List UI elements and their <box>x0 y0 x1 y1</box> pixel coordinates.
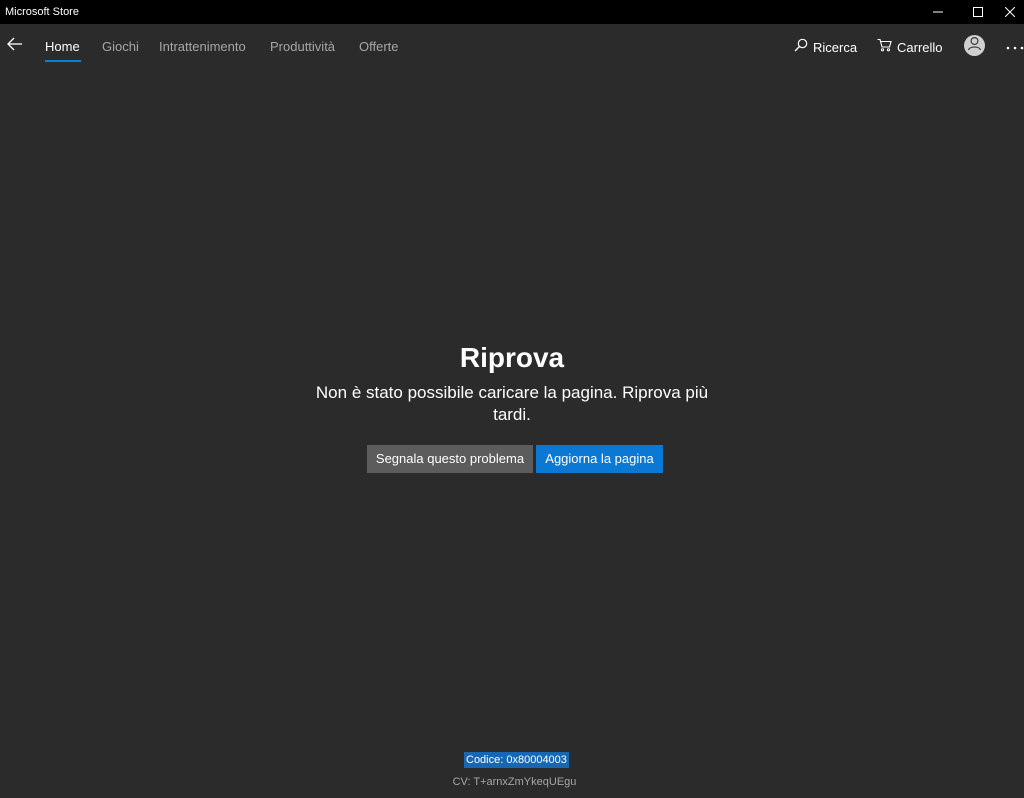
refresh-page-button[interactable]: Aggiorna la pagina <box>536 445 663 473</box>
more-icon <box>1006 37 1024 55</box>
tab-intrattenimento[interactable]: Intrattenimento <box>159 39 246 54</box>
user-icon <box>964 35 985 56</box>
error-panel: Riprova Non è stato possibile caricare l… <box>262 340 762 426</box>
tab-home[interactable]: Home <box>45 39 80 54</box>
cart-button[interactable]: Carrello <box>877 37 943 57</box>
search-label: Ricerca <box>813 39 858 55</box>
account-button[interactable] <box>964 35 985 56</box>
report-problem-button[interactable]: Segnala questo problema <box>367 445 533 473</box>
back-button[interactable] <box>4 32 26 60</box>
tab-giochi[interactable]: Giochi <box>102 39 139 54</box>
cart-label: Carrello <box>897 39 943 55</box>
minimize-button[interactable] <box>918 0 958 24</box>
back-arrow-icon <box>7 37 23 56</box>
minimize-icon <box>933 7 943 17</box>
nav-bar: Home Giochi Intrattenimento Produttività… <box>0 24 1024 68</box>
more-button[interactable] <box>1006 38 1024 54</box>
title-bar: Microsoft Store <box>0 0 1024 24</box>
error-code[interactable]: Codice: 0x80004003 <box>464 752 569 768</box>
maximize-button[interactable] <box>958 0 998 24</box>
tab-produttivita[interactable]: Produttività <box>270 39 335 54</box>
store-window: Microsoft Store Home Giochi Intrattenime… <box>0 0 1024 798</box>
close-button[interactable] <box>996 0 1024 24</box>
error-title: Riprova <box>459 342 565 373</box>
maximize-icon <box>973 7 983 17</box>
close-icon <box>1005 7 1015 17</box>
app-title: Microsoft Store <box>5 6 79 18</box>
correlation-vector: CV: T+arnxZmYkeqUEgu <box>452 776 577 788</box>
cart-icon <box>877 38 892 57</box>
tab-active-indicator <box>45 60 81 62</box>
search-icon <box>794 38 808 57</box>
tab-offerte[interactable]: Offerte <box>359 39 399 54</box>
search-button[interactable]: Ricerca <box>794 37 857 57</box>
error-actions: Segnala questo problema Aggiorna la pagi… <box>367 445 663 473</box>
error-message: Non è stato possibile caricare la pagina… <box>315 383 709 424</box>
